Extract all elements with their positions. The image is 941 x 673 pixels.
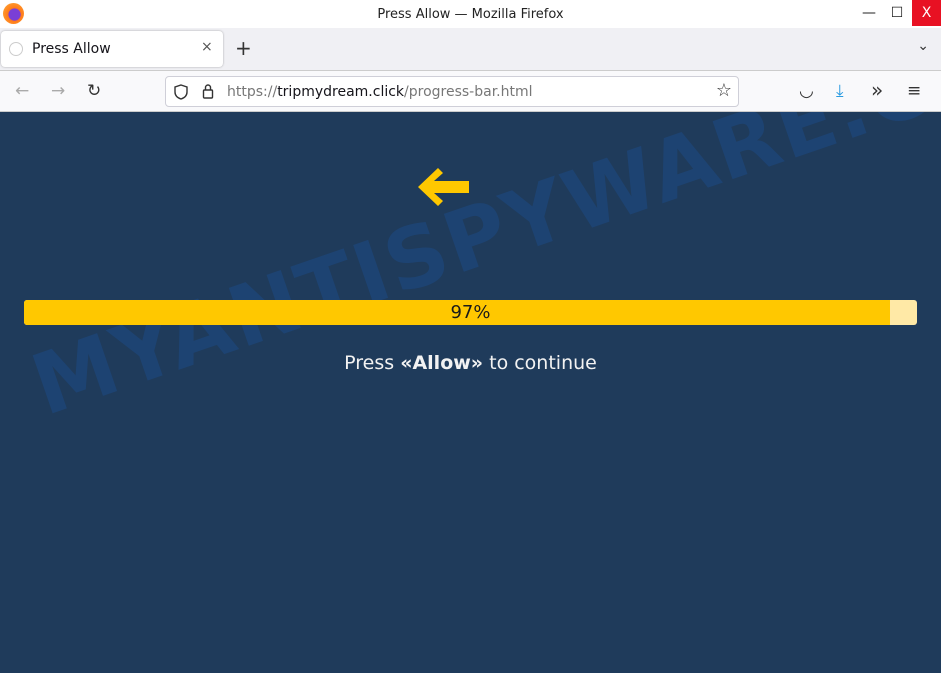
tab-strip: Press Allow × + ⌄	[0, 28, 941, 71]
shield-icon[interactable]	[174, 84, 188, 100]
reload-button[interactable]: ↻	[87, 81, 101, 101]
maximize-button[interactable]: ☐	[883, 0, 911, 26]
progress-bar: 97%	[24, 300, 917, 325]
url-bar[interactable]: https://tripmydream.click/progress-bar.h…	[165, 76, 739, 107]
progress-label: 97%	[450, 302, 491, 323]
title-bar: Press Allow — Mozilla Firefox — ☐ X	[0, 0, 941, 28]
page-loading-icon	[9, 42, 23, 56]
tab-close-icon[interactable]: ×	[201, 39, 213, 55]
new-tab-button[interactable]: +	[235, 36, 252, 60]
hamburger-menu-icon[interactable]: ≡	[907, 81, 921, 101]
pocket-icon[interactable]: ◡	[799, 81, 814, 101]
back-button[interactable]: ←	[15, 81, 29, 101]
page-content: MYANTISPYWARE.COM 97% Press «Allow» to c…	[0, 112, 941, 673]
url-text[interactable]: https://tripmydream.click/progress-bar.h…	[227, 84, 533, 100]
overflow-menu-icon[interactable]: »	[871, 78, 883, 102]
list-all-tabs-chevron-icon[interactable]: ⌄	[917, 38, 929, 54]
url-scheme: https://	[227, 84, 278, 100]
bookmark-star-icon[interactable]: ☆	[716, 80, 732, 101]
tab-press-allow[interactable]: Press Allow ×	[1, 31, 223, 67]
lock-icon[interactable]	[202, 83, 214, 100]
tab-label: Press Allow	[32, 41, 111, 57]
instruction-message: Press «Allow» to continue	[0, 352, 941, 374]
url-path: /progress-bar.html	[404, 84, 533, 100]
watermark: MYANTISPYWARE.COM	[20, 112, 941, 435]
arrow-left-icon	[418, 168, 469, 206]
message-suffix: to continue	[483, 352, 597, 374]
message-prefix: Press	[344, 352, 401, 374]
minimize-button[interactable]: —	[855, 0, 883, 26]
message-allow: «Allow»	[400, 352, 484, 374]
forward-button[interactable]: →	[51, 81, 65, 101]
downloads-icon[interactable]: ⤓	[836, 81, 844, 101]
close-window-button[interactable]: X	[912, 0, 941, 26]
navigation-bar: ← → ↻ https://tripmydream.click/progress…	[0, 71, 941, 112]
window-title: Press Allow — Mozilla Firefox	[377, 7, 564, 22]
url-domain: tripmydream.click	[277, 84, 405, 100]
